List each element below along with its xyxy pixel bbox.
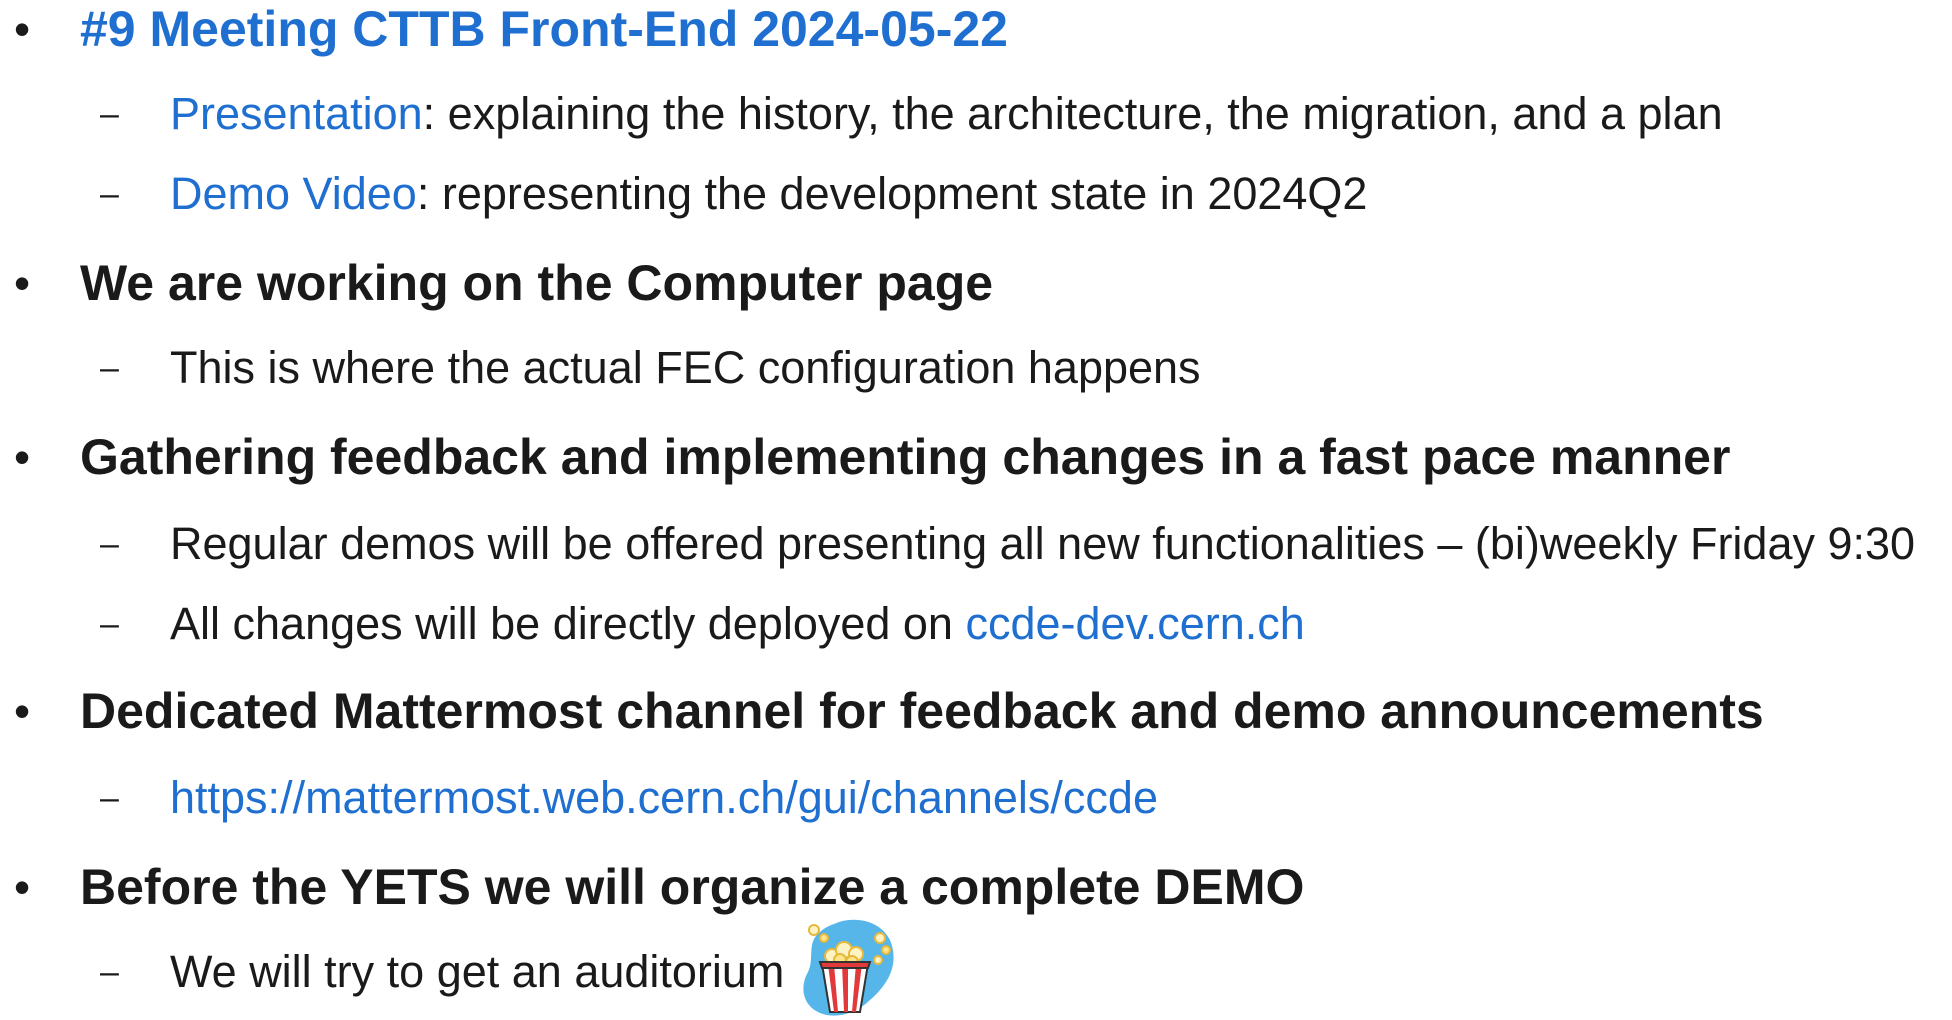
dash-marker: – <box>100 953 119 991</box>
bullet-marker: • <box>14 257 31 309</box>
presentation-link[interactable]: Presentation <box>170 88 423 139</box>
demo-video-link[interactable]: Demo Video <box>170 168 417 219</box>
bullet-marker: • <box>14 3 31 55</box>
sub-item-auditorium: – We will try to get an auditorium <box>0 946 1952 998</box>
dash-marker: – <box>100 525 119 563</box>
ccde-dev-link[interactable]: ccde-dev.cern.ch <box>965 598 1304 649</box>
bullet-marker: • <box>14 431 31 483</box>
heading-text: Gathering feedback and implementing chan… <box>80 429 1731 485</box>
bullet-heading-2: • We are working on the Computer page <box>0 254 1952 312</box>
bullet-heading-4: • Dedicated Mattermost channel for feedb… <box>0 682 1952 740</box>
sub-text: Demo Video: representing the development… <box>170 168 1367 220</box>
bullet-marker: • <box>14 685 31 737</box>
dash-marker: – <box>100 779 119 817</box>
sub-item-deployed: – All changes will be directly deployed … <box>0 598 1952 650</box>
sub-text: This is where the actual FEC configurati… <box>170 342 1201 393</box>
dash-marker: – <box>100 349 119 387</box>
bullet-heading-5: • Before the YETS we will organize a com… <box>0 858 1952 916</box>
sub-item-fec: – This is where the actual FEC configura… <box>0 342 1952 394</box>
heading-text: Before the YETS we will organize a compl… <box>80 859 1305 915</box>
popcorn-icon <box>803 919 894 1016</box>
sub-text: Regular demos will be offered presenting… <box>170 518 1916 569</box>
meeting-link[interactable]: #9 Meeting CTTB Front-End 2024-05-22 <box>80 0 1008 58</box>
bullet-marker: • <box>14 861 31 913</box>
dash-marker: – <box>100 605 119 643</box>
sub-item-presentation: – Presentation: explaining the history, … <box>0 88 1952 140</box>
bullet-heading-3: • Gathering feedback and implementing ch… <box>0 428 1952 486</box>
sub-text-rest: : explaining the history, the architectu… <box>422 88 1723 139</box>
heading-text: We are working on the Computer page <box>80 255 994 311</box>
sub-text: We will try to get an auditorium <box>170 946 785 997</box>
sub-item-regular-demos: – Regular demos will be offered presenti… <box>0 518 1952 570</box>
heading-text: Dedicated Mattermost channel for feedbac… <box>80 683 1764 739</box>
dash-marker: – <box>100 175 119 213</box>
mattermost-link[interactable]: https://mattermost.web.cern.ch/gui/chann… <box>170 772 1158 824</box>
sub-text-start: All changes will be directly deployed on <box>170 598 966 649</box>
bullet-heading-1[interactable]: • #9 Meeting CTTB Front-End 2024-05-22 <box>0 0 1952 58</box>
sub-text: Presentation: explaining the history, th… <box>170 88 1723 140</box>
sub-item-mattermost: – https://mattermost.web.cern.ch/gui/cha… <box>0 772 1952 824</box>
sub-item-demo-video: – Demo Video: representing the developme… <box>0 168 1952 220</box>
dash-marker: – <box>100 95 119 133</box>
sub-text-rest: : representing the development state in … <box>416 168 1368 219</box>
sub-text: All changes will be directly deployed on… <box>170 598 1305 650</box>
